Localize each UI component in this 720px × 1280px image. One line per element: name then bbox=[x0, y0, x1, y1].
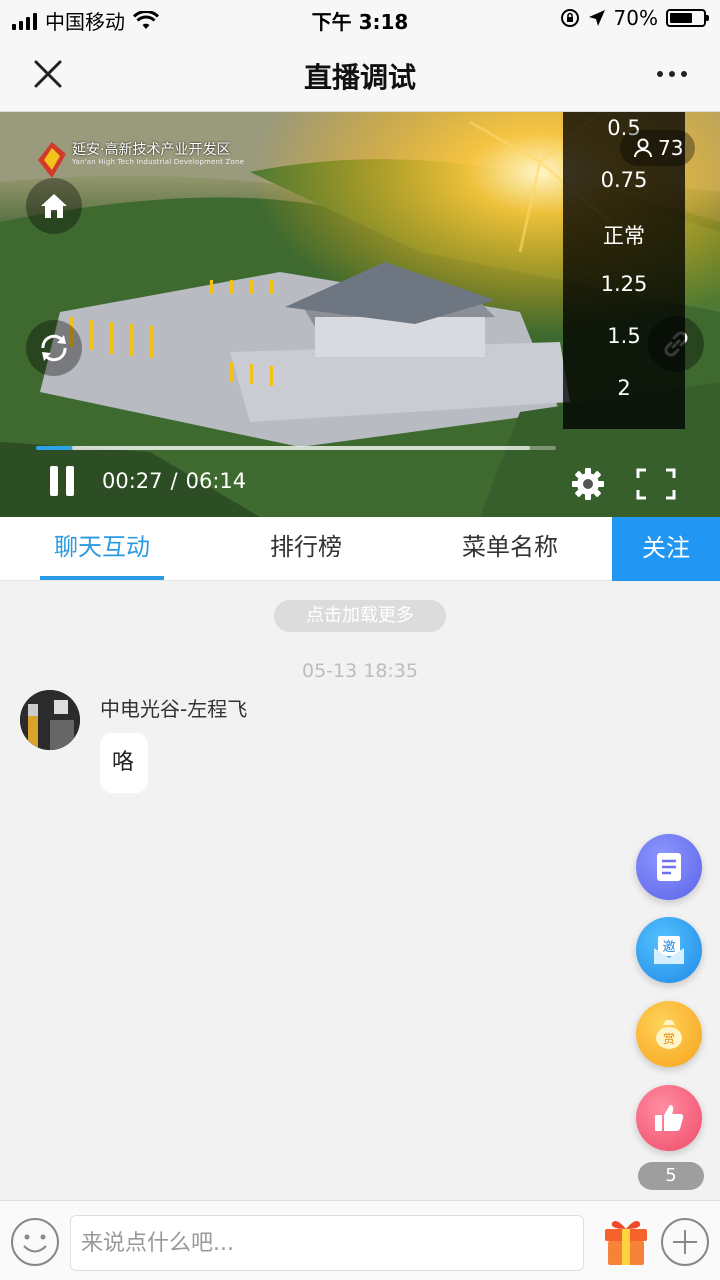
speed-option[interactable]: 0.75 bbox=[563, 168, 685, 192]
orientation-lock-icon bbox=[560, 9, 579, 27]
more-icon-dot bbox=[681, 71, 687, 77]
message-timestamp: 05-13 18:35 bbox=[301, 660, 418, 682]
logo-subtitle: Yan'an High Tech Industrial Development … bbox=[72, 158, 245, 166]
playback-time: 00:27 / 06:14 bbox=[102, 469, 246, 493]
rotate-icon bbox=[41, 334, 67, 362]
message-bubble: 咯 bbox=[100, 733, 148, 793]
document-button[interactable] bbox=[636, 834, 702, 900]
fullscreen-icon bbox=[636, 468, 676, 500]
input-bar bbox=[0, 1200, 720, 1280]
avatar-image bbox=[20, 690, 80, 750]
avatar[interactable] bbox=[20, 690, 80, 750]
document-icon bbox=[657, 853, 681, 881]
follow-button[interactable]: 关注 bbox=[612, 517, 720, 581]
emoji-button[interactable] bbox=[10, 1217, 60, 1267]
video-player[interactable]: 延安·高新技术产业开发区 Yan'an High Tech Industrial… bbox=[0, 112, 720, 517]
status-right: 70% bbox=[560, 6, 709, 30]
progress-played bbox=[36, 446, 73, 450]
thumbs-up-icon bbox=[655, 1105, 684, 1131]
like-button[interactable] bbox=[636, 1085, 702, 1151]
tab-bar: 聊天互动 排行榜 菜单名称 关注 bbox=[0, 517, 720, 581]
person-icon bbox=[634, 138, 652, 158]
logo-text: 延安·高新技术产业开发区 bbox=[72, 142, 231, 158]
home-button[interactable] bbox=[26, 178, 82, 234]
message-sender: 中电光谷-左程飞 bbox=[100, 697, 248, 721]
speed-option[interactable]: 2 bbox=[563, 376, 685, 400]
logo-mark-icon bbox=[38, 142, 66, 178]
emoji-icon bbox=[11, 1218, 59, 1266]
gear-icon bbox=[572, 468, 604, 500]
settings-button[interactable] bbox=[570, 466, 606, 502]
invite-icon: 邀 bbox=[654, 936, 684, 964]
progress-buffered bbox=[72, 446, 530, 450]
speed-option[interactable]: 1.25 bbox=[563, 272, 685, 296]
video-logo: 延安·高新技术产业开发区 Yan'an High Tech Industrial… bbox=[38, 142, 244, 178]
battery-icon bbox=[666, 9, 709, 27]
chat-input[interactable] bbox=[70, 1215, 584, 1271]
pause-button[interactable] bbox=[50, 466, 80, 500]
gift-icon bbox=[605, 1221, 647, 1265]
nav-bar: 直播调试 bbox=[0, 36, 720, 112]
invite-button[interactable]: 邀 bbox=[636, 917, 702, 983]
speed-option[interactable]: 正常 bbox=[563, 220, 685, 250]
active-tab-indicator bbox=[40, 576, 164, 580]
progress-bar[interactable] bbox=[36, 446, 556, 450]
tab-ranking[interactable]: 排行榜 bbox=[204, 517, 408, 581]
home-icon bbox=[41, 194, 67, 218]
gift-button[interactable] bbox=[602, 1217, 650, 1267]
plus-icon bbox=[661, 1218, 709, 1266]
viewer-count-badge: 73 bbox=[620, 130, 696, 166]
status-bar: 中国移动 下午 3:18 70% bbox=[0, 0, 720, 36]
speed-option[interactable]: 1.5 bbox=[563, 324, 685, 348]
battery-percent: 70% bbox=[613, 6, 658, 30]
pause-icon-bar bbox=[66, 466, 74, 496]
fullscreen-button[interactable] bbox=[636, 468, 676, 500]
time-separator: / bbox=[170, 469, 178, 493]
invite-glyph: 邀 bbox=[662, 940, 675, 955]
tab-menu[interactable]: 菜单名称 bbox=[408, 517, 612, 581]
reward-bag-icon: 赏 bbox=[656, 1020, 682, 1049]
location-icon bbox=[588, 10, 605, 26]
pause-icon-bar bbox=[50, 466, 58, 496]
like-count: 5 bbox=[638, 1162, 704, 1190]
more-button[interactable] bbox=[650, 54, 694, 94]
tab-chat[interactable]: 聊天互动 bbox=[0, 517, 204, 581]
page-title: 直播调试 bbox=[303, 61, 416, 94]
duration: 06:14 bbox=[185, 469, 247, 493]
more-icon-dot bbox=[669, 71, 675, 77]
reward-glyph: 赏 bbox=[663, 1032, 675, 1046]
add-button[interactable] bbox=[660, 1217, 710, 1267]
more-icon-dot bbox=[657, 71, 663, 77]
current-time: 00:27 bbox=[102, 469, 163, 493]
viewer-count: 73 bbox=[658, 136, 684, 160]
rotate-button[interactable] bbox=[26, 320, 82, 376]
load-more-button[interactable]: 点击加载更多 bbox=[274, 600, 446, 632]
reward-button[interactable]: 赏 bbox=[636, 1001, 702, 1067]
